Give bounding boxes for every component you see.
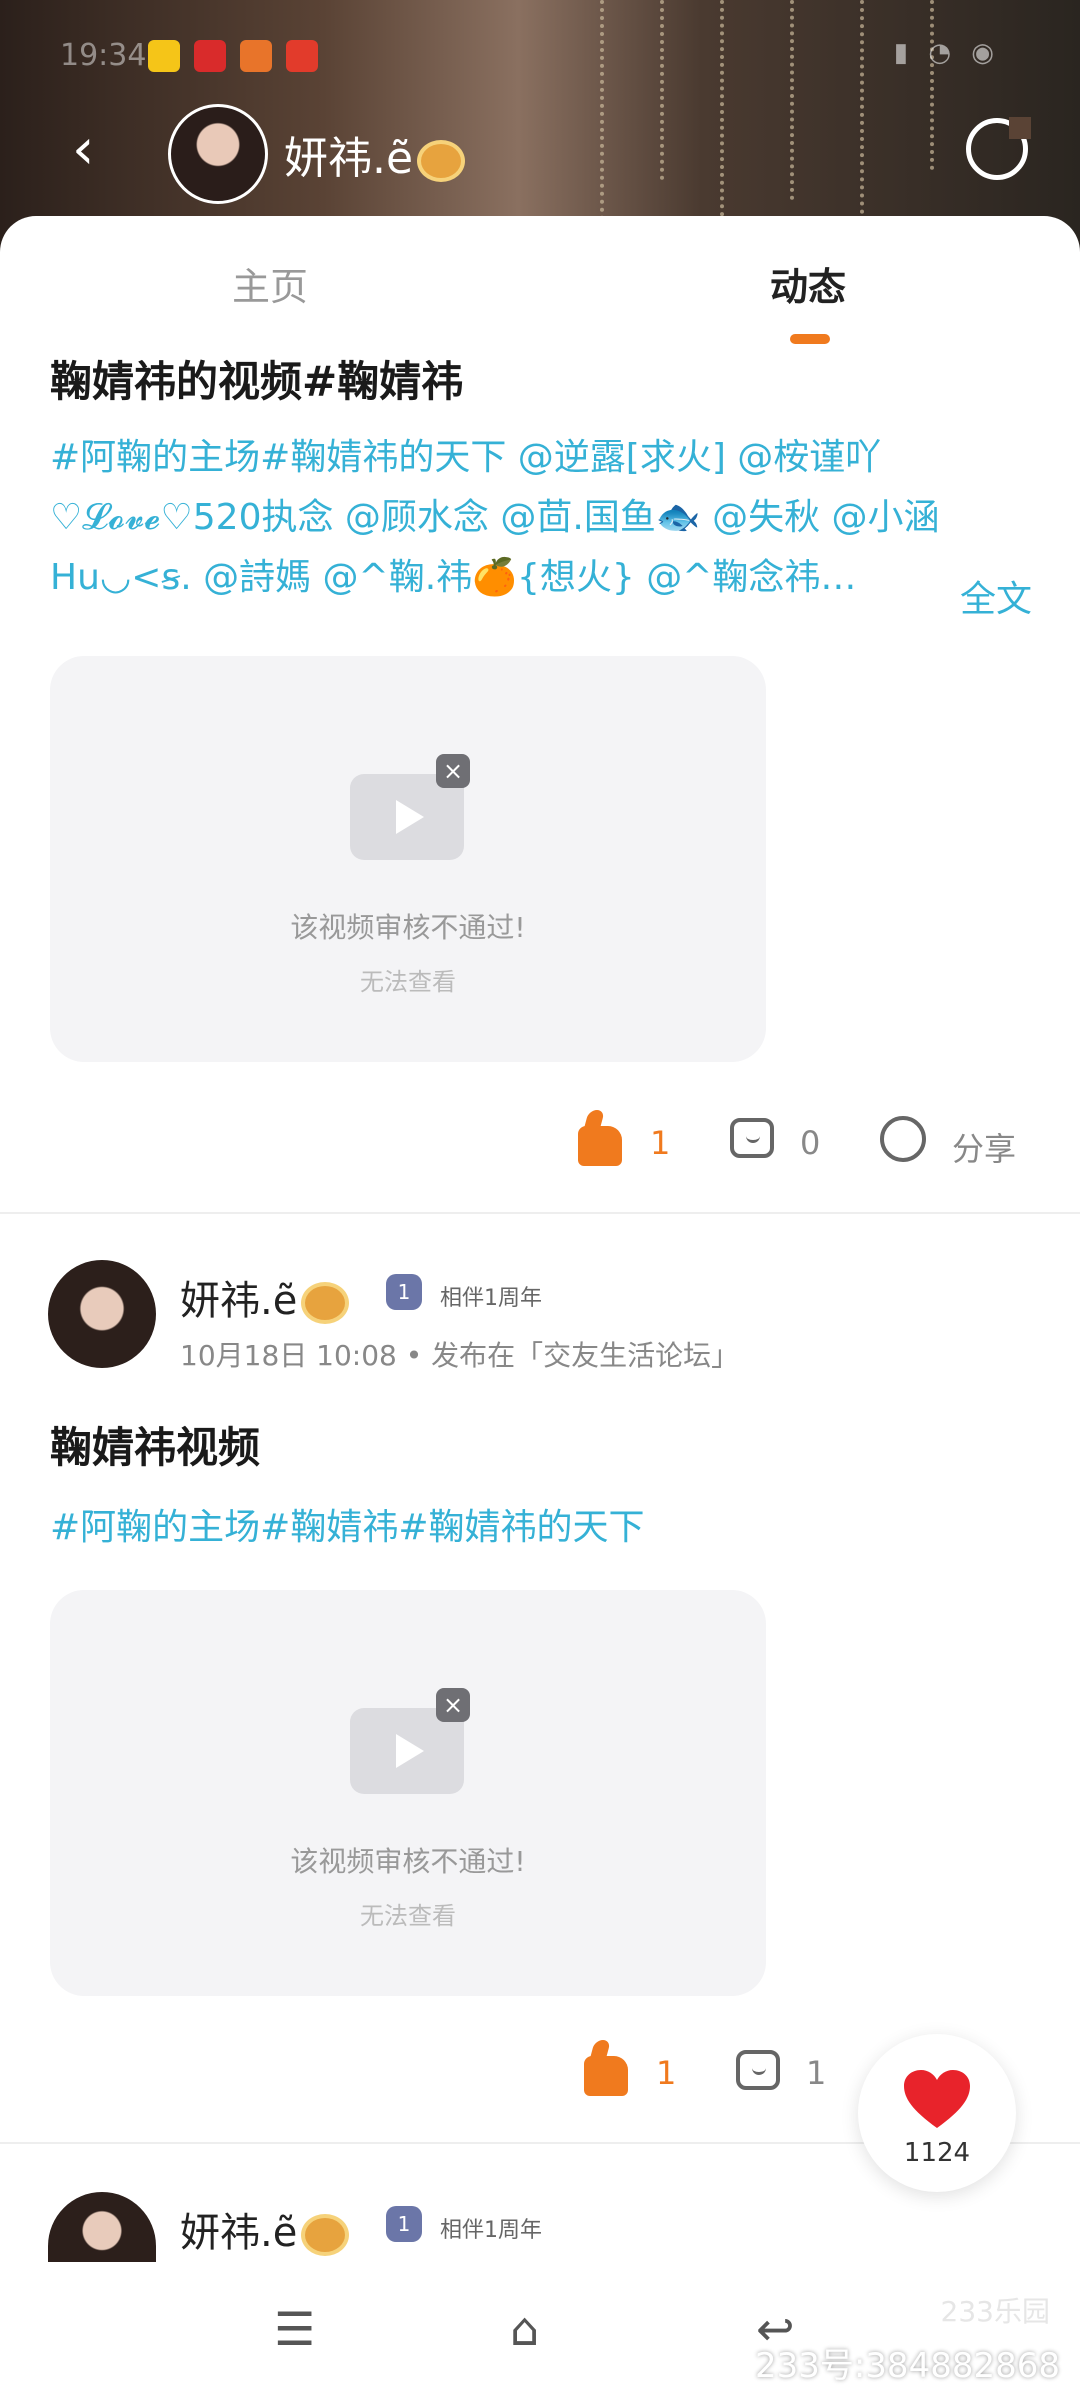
thumbs-up-icon[interactable] [578, 1126, 622, 1166]
share-icon[interactable] [966, 117, 1031, 180]
video-app-icon [194, 40, 226, 72]
status-time: 19:34 [60, 38, 147, 73]
badge-label: 相伴1周年 [440, 1286, 542, 1311]
watermark-text: 233号:384882868 [754, 2346, 1060, 2386]
bagel-emoji-icon [301, 2214, 350, 2256]
lock-icon: × [436, 754, 470, 788]
post-title[interactable]: 鞠婧祎的视频#鞠婧祎 [50, 348, 463, 409]
video-sub: 无法查看 [360, 1902, 456, 1930]
video-sub: 无法查看 [360, 968, 456, 996]
post-author[interactable]: 妍祎.ẽ [180, 1268, 350, 1326]
thumbs-up-icon[interactable] [584, 2056, 628, 2096]
floating-like-count: 1124 [903, 2138, 971, 2168]
profile-name: 妍祎.ẽ [284, 122, 466, 186]
menu-icon[interactable]: ☰ [274, 2302, 315, 2356]
post-tags[interactable]: #阿鞠的主场#鞠婧祎的天下 @逆露[求火] @桉谨吖♡𝓛𝓸𝓿𝓮♡520执念 @顾… [50, 428, 1040, 608]
heart-icon [904, 2070, 970, 2128]
share-icon[interactable] [880, 1116, 926, 1162]
home-icon[interactable]: ⌂ [510, 2302, 539, 2356]
video-placeholder[interactable]: × 该视频审核不通过! 无法查看 [50, 656, 766, 1062]
avatar[interactable] [168, 104, 268, 204]
share-label[interactable]: 分享 [952, 1124, 1016, 1170]
status-bar: 19:34 ▮ ◔ ◉ [0, 0, 1080, 110]
video-message: 该视频审核不通过! [290, 1845, 526, 1878]
post-author[interactable]: 妍祎.ẽ [180, 2200, 350, 2258]
full-text-link[interactable]: 全文 [941, 570, 1032, 622]
bagel-emoji-icon [417, 140, 466, 182]
lock-icon: × [436, 1688, 470, 1722]
badge-icon: 1 [386, 2206, 422, 2242]
avatar[interactable] [48, 1260, 156, 1368]
floating-like-button[interactable]: 1124 [858, 2034, 1016, 2192]
tab-feed[interactable]: 动态 [770, 256, 846, 311]
top-bar: ‹ 妍祎.ẽ [0, 100, 1080, 210]
divider [0, 1212, 1080, 1214]
watermark-logo: 233乐园 [940, 2295, 1050, 2328]
comment-icon[interactable] [730, 1118, 774, 1158]
back-icon[interactable]: ‹ [72, 120, 132, 180]
comment-count: 1 [806, 2054, 827, 2092]
app-icon [286, 40, 318, 72]
weibo-icon [148, 40, 180, 72]
post-meta[interactable]: 10月18日 10:08 • 发布在「交友生活论坛」 [180, 1334, 739, 1374]
post-title[interactable]: 鞠婧祎视频 [50, 1414, 260, 1475]
system-icons: ▮ ◔ ◉ [893, 38, 1000, 68]
like-count: 1 [650, 1124, 671, 1162]
post-tags[interactable]: #阿鞠的主场#鞠婧祎#鞠婧祎的天下 [50, 1498, 1040, 1558]
video-placeholder[interactable]: × 该视频审核不通过! 无法查看 [50, 1590, 766, 1996]
bagel-emoji-icon [301, 1282, 350, 1324]
video-message: 该视频审核不通过! [290, 911, 526, 944]
app-icon [240, 40, 272, 72]
badge-label: 相伴1周年 [440, 2218, 542, 2243]
tab-indicator [790, 334, 830, 344]
comment-icon[interactable] [736, 2050, 780, 2090]
tab-home[interactable]: 主页 [232, 256, 308, 311]
like-count: 1 [656, 2054, 677, 2092]
badge-icon: 1 [386, 1274, 422, 1310]
comment-count: 0 [800, 1124, 821, 1162]
